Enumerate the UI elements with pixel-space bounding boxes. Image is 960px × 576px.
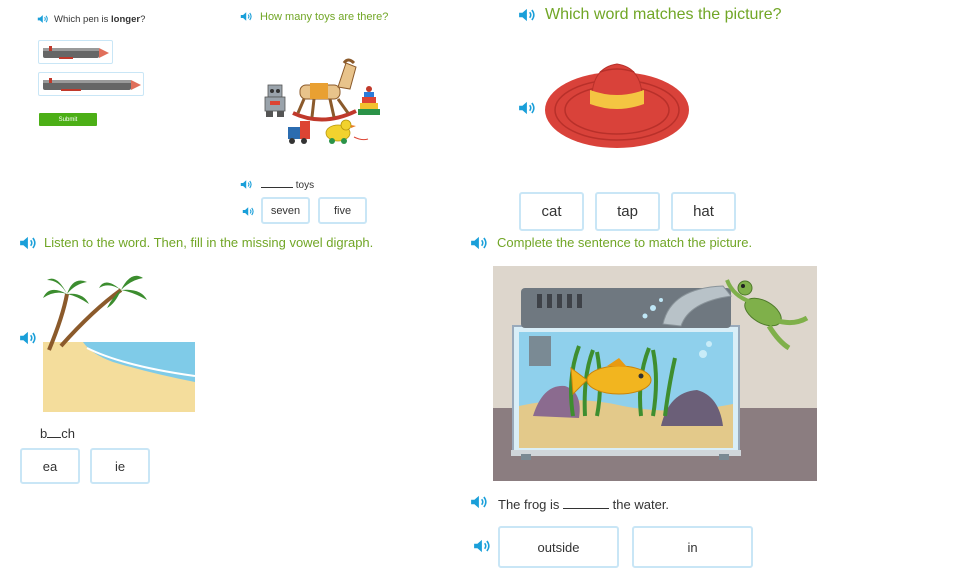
- speaker-icon[interactable]: [470, 235, 490, 251]
- speaker-icon[interactable]: [240, 179, 254, 190]
- speaker-icon[interactable]: [37, 14, 50, 24]
- speaker-icon[interactable]: [19, 235, 39, 251]
- speaker-icon[interactable]: [518, 100, 538, 116]
- ring-stacker-toy: [358, 86, 380, 115]
- hat-picture: [545, 63, 689, 148]
- speaker-icon[interactable]: [473, 538, 493, 554]
- speaker-icon[interactable]: [240, 11, 254, 22]
- pen-image: [43, 78, 141, 91]
- word-with-blank: b ch: [40, 426, 75, 441]
- choice-cat[interactable]: cat: [519, 192, 584, 231]
- question-text: Which word matches the picture?: [545, 6, 782, 23]
- rocking-horse-toy: [292, 58, 357, 122]
- submit-button[interactable]: Submit: [39, 113, 97, 126]
- speaker-icon[interactable]: [19, 330, 39, 346]
- question-text: Which pen is longer?: [54, 14, 146, 25]
- question-text: How many toys are there?: [260, 11, 389, 23]
- choice-outside[interactable]: outside: [498, 526, 619, 568]
- pen-image: [43, 46, 109, 59]
- question-text: Complete the sentence to match the pictu…: [497, 235, 753, 250]
- question-text: Listen to the word. Then, fill in the mi…: [44, 235, 374, 250]
- speaker-icon[interactable]: [470, 494, 490, 510]
- choice-ea[interactable]: ea: [20, 448, 80, 484]
- robot-toy: [264, 84, 286, 117]
- choice-ie[interactable]: ie: [90, 448, 150, 484]
- pen-choice-short[interactable]: [38, 40, 113, 64]
- speaker-icon[interactable]: [518, 7, 538, 23]
- toys-picture: [264, 58, 380, 144]
- choice-in[interactable]: in: [632, 526, 753, 568]
- choice-seven[interactable]: seven: [261, 197, 310, 224]
- pen-choice-long[interactable]: [38, 72, 144, 96]
- fish-tank-picture: [493, 266, 817, 481]
- fill-sentence: toys: [261, 180, 314, 191]
- choice-hat[interactable]: hat: [671, 192, 736, 231]
- train-toy: [288, 121, 310, 144]
- duck-toy: [325, 119, 369, 144]
- choice-tap[interactable]: tap: [595, 192, 660, 231]
- speaker-icon[interactable]: [242, 206, 256, 217]
- choice-five[interactable]: five: [318, 197, 367, 224]
- fill-sentence: The frog is the water.: [498, 497, 670, 512]
- beach-picture: [43, 275, 195, 412]
